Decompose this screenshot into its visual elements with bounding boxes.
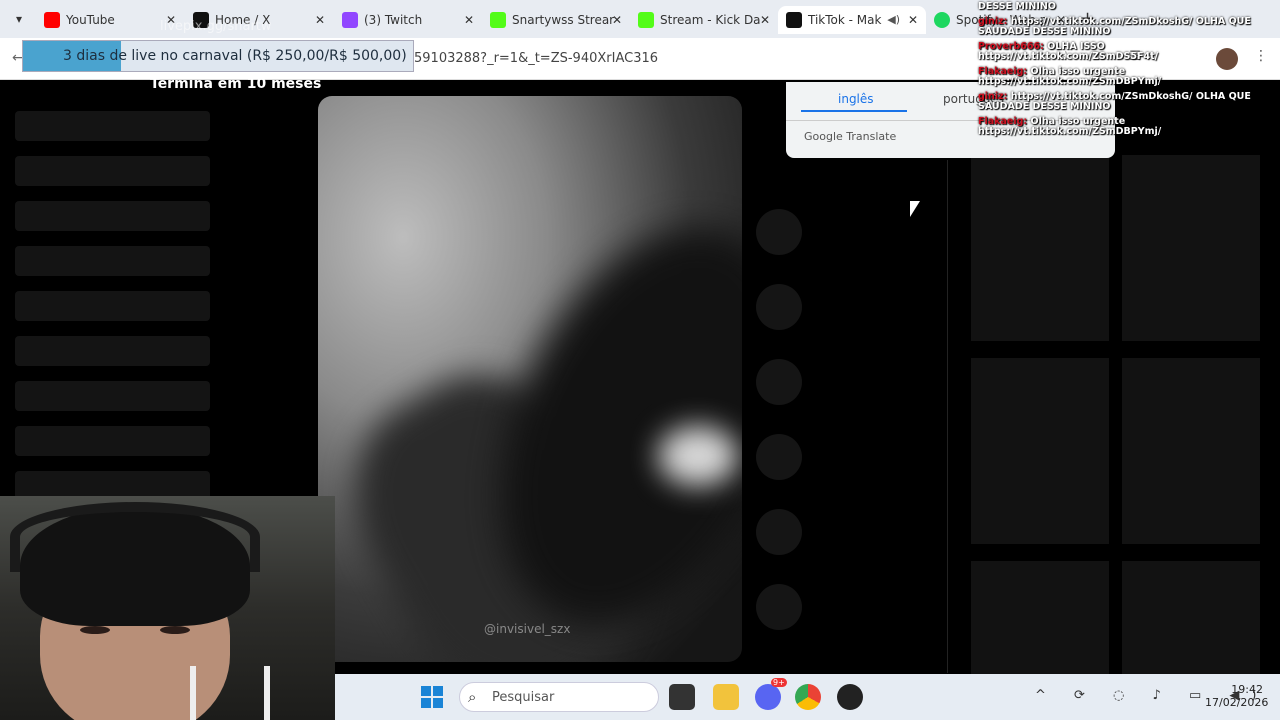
chat-username: Flakaeig: [978, 115, 1031, 127]
divider [947, 160, 948, 673]
app-icon[interactable] [837, 684, 863, 710]
windows-taskbar: ⌕ Pesquisar 9+ ^ ⟳ ◌ ♪ ▭ ◀) 19:42 17/02/… [335, 674, 1280, 720]
save-button[interactable] [756, 359, 802, 405]
action-button[interactable] [756, 584, 802, 630]
tab-kick-snartywss[interactable]: Snartywss Strear ✕ [482, 6, 630, 34]
tab-twitch[interactable]: (3) Twitch ✕ [334, 6, 482, 34]
tab-label: (3) Twitch [364, 13, 423, 27]
video-content [658, 426, 738, 486]
kick-icon [638, 12, 654, 28]
search-placeholder: Pesquisar [492, 690, 555, 705]
goal-text: 3 dias de live no carnaval (R$ 250,00/R$… [63, 48, 407, 64]
sidebar-skeleton-item [15, 156, 210, 186]
chat-message: giniz: https://vt.tiktok.com/ZSmDkoshG/ … [978, 90, 1278, 113]
webcam-eye [80, 626, 110, 634]
tiktok-icon [786, 12, 802, 28]
share-button[interactable] [756, 434, 802, 480]
goal-ends-text: Termina em 10 meses [150, 76, 322, 92]
clock-date: 17/02/2026 [1205, 696, 1269, 709]
close-icon[interactable]: ✕ [908, 6, 918, 34]
chat-username: giniz: [978, 90, 1011, 102]
tab-search-icon[interactable]: ▾ [8, 8, 30, 30]
chat-username: Proverb666: [978, 40, 1048, 52]
headset [10, 502, 260, 572]
screen: @invisivel_szx ▾ YouTube ✕ Home / X ✕ (3… [0, 0, 1280, 720]
windows-start-icon[interactable] [421, 686, 443, 708]
youtube-icon [44, 12, 60, 28]
sidebar-skeleton-item [15, 336, 210, 366]
translate-tab-english[interactable]: inglês [838, 92, 874, 106]
chat-message: Proverb666: OLHA ISSO https://vt.tiktok.… [978, 40, 1278, 63]
tab-kick-dashboard[interactable]: Stream - Kick Da ✕ [630, 6, 778, 34]
tab-indicator [801, 110, 907, 112]
webcam-eye [160, 626, 190, 634]
speaker-icon[interactable]: ◀) [887, 6, 900, 34]
search-icon: ⌕ [468, 688, 477, 706]
address-bar[interactable]: 59103288?_r=1&_t=ZS-940XrIAC316 [414, 51, 658, 66]
close-icon[interactable]: ✕ [612, 6, 622, 34]
tab-label: TikTok - Mak [808, 13, 882, 27]
chat-username: Flakaeig: [978, 65, 1031, 77]
sidebar-skeleton-item [15, 201, 210, 231]
close-icon[interactable]: ✕ [315, 6, 325, 34]
video-card[interactable] [971, 358, 1109, 544]
tab-label: Stream - Kick Da [660, 13, 761, 27]
webcam-feed [0, 496, 335, 720]
taskbar-search[interactable]: ⌕ Pesquisar [459, 682, 659, 712]
chat-text: https://vt.tiktok.com/ZSmDkoshG/ OLHA QU… [978, 15, 1251, 37]
action-button[interactable] [756, 509, 802, 555]
chat-message: Flakaeig: Olha isso urgente https://vt.t… [978, 65, 1278, 88]
twitch-icon [342, 12, 358, 28]
video-player[interactable]: @invisivel_szx [318, 96, 742, 662]
discord-icon[interactable]: 9+ [755, 678, 787, 710]
chat-text: DESSE MININO [978, 1, 1056, 12]
chat-message: DESSE MININO [978, 1, 1278, 13]
tab-label: YouTube [66, 13, 115, 27]
chat-text: https://vt.tiktok.com/ZSmDkoshG/ OLHA QU… [978, 90, 1251, 112]
mouse-cursor [910, 201, 920, 217]
clock-time: 19:42 [1231, 683, 1263, 696]
clock[interactable]: 19:42 17/02/2026 [1205, 683, 1269, 709]
translate-brand: Google Translate [804, 130, 897, 143]
comment-button[interactable] [756, 284, 802, 330]
goal-link: livepix.gg/snartw [160, 19, 272, 34]
sidebar-skeleton-item [15, 246, 210, 276]
kick-icon [490, 12, 506, 28]
chat-overlay: DESSE MININO giniz: https://vt.tiktok.com… [978, 1, 1278, 142]
chrome-icon[interactable] [795, 684, 821, 710]
video-card[interactable] [1122, 155, 1260, 341]
stream-goal-bar: 3 dias de live no carnaval (R$ 250,00/R$… [22, 40, 414, 72]
tab-label: Snartywss Strear [512, 13, 615, 27]
webcam-shirt [190, 666, 270, 720]
video-card[interactable] [971, 155, 1109, 341]
like-button[interactable] [756, 209, 802, 255]
sidebar-skeleton-item [15, 291, 210, 321]
sidebar-skeleton-item [15, 111, 210, 141]
task-view-icon[interactable] [669, 684, 695, 710]
video-card[interactable] [1122, 358, 1260, 544]
close-icon[interactable]: ✕ [464, 6, 474, 34]
chat-message: Flakaeig: Olha isso urgente https://vt.t… [978, 115, 1278, 138]
chat-message: giniz: https://vt.tiktok.com/ZSmDkoshG/ … [978, 15, 1278, 38]
tab-tiktok[interactable]: TikTok - Mak ◀) ✕ [778, 6, 926, 34]
sidebar-skeleton-item [15, 426, 210, 456]
chat-username: giniz: [978, 15, 1011, 27]
sidebar-skeleton-item [15, 381, 210, 411]
video-watermark: @invisivel_szx [484, 622, 571, 636]
spotify-icon [934, 12, 950, 28]
close-icon[interactable]: ✕ [760, 6, 770, 34]
file-explorer-icon[interactable] [713, 684, 739, 710]
discord-badge: 9+ [771, 678, 787, 687]
